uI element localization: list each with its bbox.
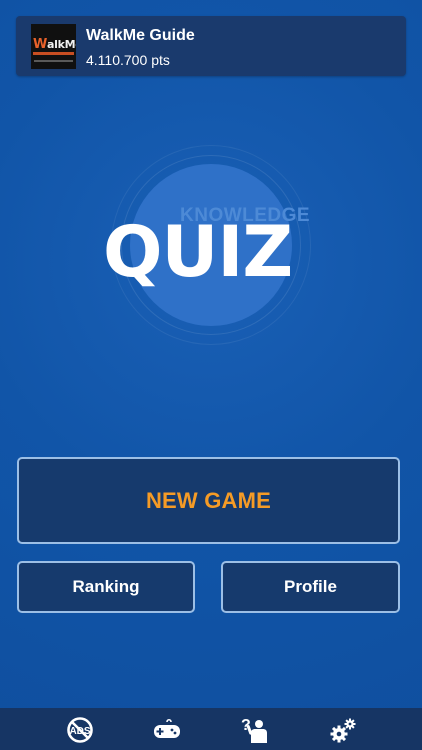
- avatar-logo-footer: [34, 60, 73, 62]
- logo-quiz-text: QUIZ: [103, 211, 293, 293]
- new-game-button[interactable]: NEW GAME: [17, 457, 400, 544]
- ranking-button[interactable]: Ranking: [17, 561, 195, 613]
- tab-question[interactable]: ?: [240, 716, 270, 744]
- bottom-tab-bar: ADS ?: [0, 708, 422, 750]
- tab-game[interactable]: [152, 716, 182, 744]
- question-person-icon: ?: [241, 717, 267, 743]
- profile-card[interactable]: WalkMe WalkMe Guide 4.110.700pts: [16, 16, 406, 76]
- app-screen: WalkMe WalkMe Guide 4.110.700pts KNOWLED…: [0, 0, 422, 750]
- profile-label: Profile: [284, 577, 337, 596]
- player-name: WalkMe Guide: [86, 27, 195, 44]
- points-value: 4.110.700: [86, 52, 148, 68]
- ranking-label: Ranking: [72, 577, 140, 596]
- avatar-logo-stripe: [33, 52, 74, 55]
- settings-gears-icon: [330, 718, 356, 743]
- tab-no-ads[interactable]: ADS: [65, 716, 95, 744]
- avatar-logo-lead: W: [33, 37, 48, 52]
- player-points: 4.110.700 pts: [86, 52, 170, 68]
- avatar-logo-rest: alkMe: [47, 38, 76, 51]
- no-ads-icon: ADS: [67, 717, 93, 743]
- tab-settings[interactable]: [328, 716, 358, 744]
- new-game-label: NEW GAME: [145, 487, 272, 513]
- profile-button[interactable]: Profile: [221, 561, 400, 613]
- gamepad-icon: [154, 718, 180, 738]
- points-unit: pts: [151, 52, 170, 68]
- avatar: WalkMe: [31, 24, 76, 69]
- avatar-logo: WalkMe: [33, 37, 76, 52]
